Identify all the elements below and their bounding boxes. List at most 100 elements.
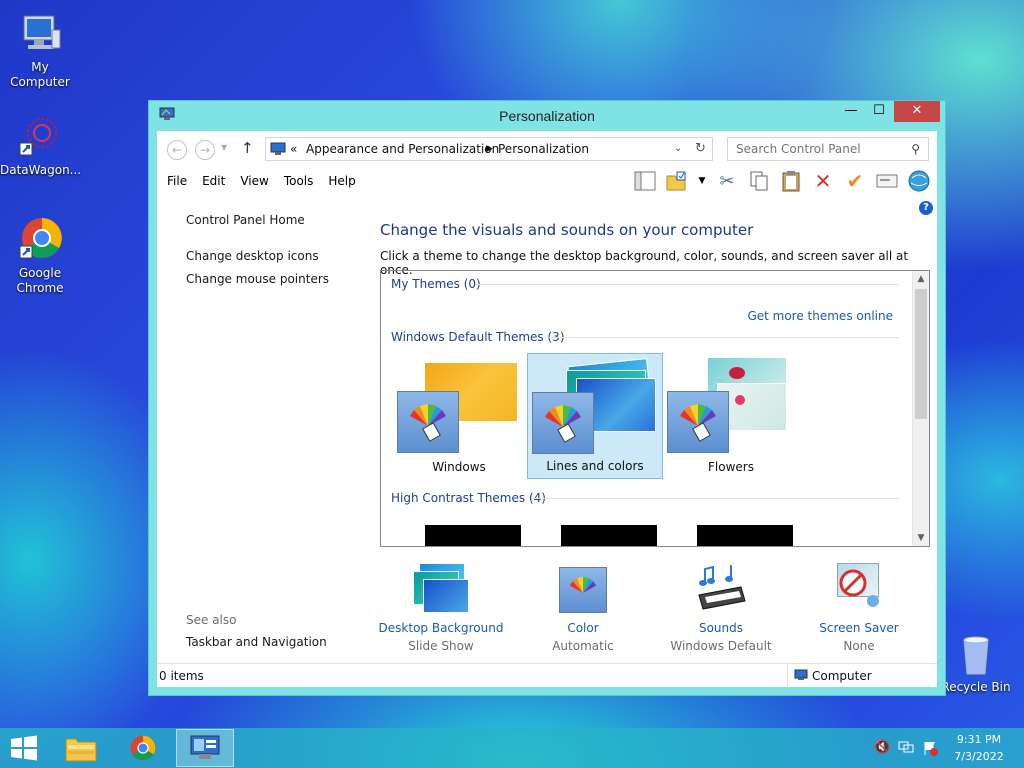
back-button[interactable]: ←: [167, 140, 187, 160]
setting-value: Slide Show: [408, 639, 474, 653]
delete-icon[interactable]: ✕: [811, 169, 835, 193]
desktop-background-setting[interactable]: Desktop Background Slide Show: [371, 559, 511, 653]
desktop-icon-label: DataWagon...: [0, 163, 82, 177]
setting-title: Color: [567, 621, 599, 635]
help-icon[interactable]: ?: [919, 201, 933, 215]
see-also-label: See also: [186, 613, 237, 627]
taskbar-navigation-link[interactable]: Taskbar and Navigation: [186, 635, 327, 649]
layout-pane-icon[interactable]: [633, 169, 657, 193]
control-panel-home-link[interactable]: Control Panel Home: [186, 213, 305, 227]
breadcrumb-personalization[interactable]: Personalization: [498, 142, 589, 156]
personalization-window: Personalization — ☐ ✕ ← → ▼ ↑ « Appearan…: [148, 100, 946, 696]
desktop-icon-label: My Computer: [10, 60, 70, 89]
network-icon[interactable]: [898, 740, 914, 758]
status-location: Computer: [787, 664, 937, 688]
taskbar-control-panel[interactable]: [176, 729, 234, 767]
get-more-themes-link[interactable]: Get more themes online: [747, 309, 893, 323]
high-contrast-theme-3[interactable]: [697, 525, 793, 546]
paste-icon[interactable]: [779, 169, 803, 193]
main-pane: ? Change the visuals and sounds on your …: [379, 195, 937, 663]
menu-bar: File Edit View Tools Help: [167, 174, 371, 188]
menu-view[interactable]: View: [240, 174, 268, 188]
desktop-icon-label: Google Chrome: [16, 266, 64, 295]
volume-muted-icon[interactable]: 🔇: [874, 740, 890, 755]
control-panel-icon: [190, 735, 220, 759]
screen-saver-icon: [829, 561, 889, 617]
menu-file[interactable]: File: [167, 174, 187, 188]
address-dropdown-icon[interactable]: ⌄: [674, 143, 682, 154]
theme-windows[interactable]: Windows: [391, 353, 527, 479]
search-box[interactable]: ⚲: [727, 137, 929, 161]
desktop-icon-my-computer[interactable]: My Computer: [0, 10, 80, 90]
clock-date: 7/3/2022: [954, 750, 1004, 763]
screen-saver-setting[interactable]: Screen Saver None: [789, 559, 929, 653]
dropdown-arrow-icon[interactable]: ▼: [697, 169, 707, 193]
window-title: Personalization: [499, 108, 595, 124]
desktop-icon-recycle-bin[interactable]: Recycle Bin: [936, 630, 1016, 695]
themes-scrollbar[interactable]: ▲ ▼: [912, 271, 929, 546]
theme-lines-and-colors[interactable]: Lines and colors: [527, 353, 663, 479]
folder-options-icon[interactable]: [665, 169, 689, 193]
taskbar-chrome[interactable]: [114, 729, 172, 767]
maximize-button[interactable]: ☐: [865, 101, 893, 122]
divider: [549, 337, 899, 338]
color-palette-icon: [532, 392, 594, 454]
menu-tools[interactable]: Tools: [284, 174, 314, 188]
title-bar[interactable]: Personalization — ☐ ✕: [149, 101, 945, 131]
address-row: ← → ▼ ↑ « Appearance and Personalization…: [157, 131, 937, 167]
globe-icon[interactable]: [907, 169, 931, 193]
forward-button[interactable]: →: [195, 140, 215, 160]
search-icon[interactable]: ⚲: [911, 142, 920, 156]
change-desktop-icons-link[interactable]: Change desktop icons: [186, 249, 319, 263]
scroll-down-icon[interactable]: ▼: [913, 533, 929, 543]
setting-title: Screen Saver: [819, 621, 899, 635]
sounds-setting[interactable]: Sounds Windows Default: [651, 559, 791, 653]
taskbar-file-explorer[interactable]: [52, 729, 110, 767]
theme-label: Windows: [432, 460, 486, 474]
high-contrast-theme-1[interactable]: [425, 525, 521, 546]
desktop-icon-google-chrome[interactable]: Google Chrome: [0, 216, 80, 296]
color-setting[interactable]: Color Automatic: [513, 559, 653, 653]
search-input[interactable]: [728, 138, 898, 160]
start-button[interactable]: [0, 729, 48, 767]
datawagon-icon: [16, 113, 64, 161]
settings-row: Desktop Background Slide Show Color Auto…: [379, 559, 929, 659]
file-explorer-icon: [65, 738, 97, 762]
breadcrumb-separator-icon: ▶: [486, 144, 493, 154]
change-mouse-pointers-link[interactable]: Change mouse pointers: [186, 272, 329, 286]
setting-title: Sounds: [698, 621, 744, 635]
high-contrast-theme-2[interactable]: [561, 525, 657, 546]
system-clock[interactable]: 9:31 PM 7/3/2022: [944, 731, 1014, 765]
status-bar: 0 items Computer: [157, 663, 937, 688]
windows-logo-icon: [11, 735, 37, 761]
breadcrumb-overflow[interactable]: «: [290, 142, 297, 156]
theme-flowers[interactable]: Flowers: [663, 353, 799, 479]
scroll-up-icon[interactable]: ▲: [913, 274, 929, 284]
close-button[interactable]: ✕: [894, 101, 940, 122]
setting-title: Desktop Background: [378, 621, 504, 635]
menu-edit[interactable]: Edit: [202, 174, 225, 188]
color-palette-icon: [559, 567, 607, 613]
checkmark-icon[interactable]: ✔: [843, 169, 867, 193]
recycle-bin-icon: [952, 630, 1000, 678]
menu-help[interactable]: Help: [328, 174, 355, 188]
scroll-thumb[interactable]: [915, 289, 927, 419]
control-panel-small-icon: [270, 142, 286, 159]
refresh-button[interactable]: ↻: [689, 137, 713, 161]
copy-icon[interactable]: [747, 169, 771, 193]
breadcrumb-appearance[interactable]: Appearance and Personalization: [306, 142, 499, 156]
divider: [533, 498, 899, 499]
up-arrow-icon[interactable]: ↑: [241, 139, 254, 157]
properties-icon[interactable]: [875, 169, 899, 193]
computer-icon: [794, 669, 808, 684]
sounds-icon: [691, 561, 751, 617]
action-center-icon[interactable]: [922, 740, 938, 760]
color-palette-icon: [667, 391, 729, 453]
cut-icon[interactable]: ✂: [715, 169, 739, 193]
address-bar[interactable]: « Appearance and Personalization ▶ Perso…: [265, 137, 713, 161]
recent-dropdown-icon[interactable]: ▼: [221, 143, 227, 152]
themes-list[interactable]: My Themes (0) Get more themes online Win…: [380, 270, 930, 547]
theme-label: Lines and colors: [546, 459, 644, 473]
desktop-icon-datawagon[interactable]: DataWagon...: [0, 113, 82, 178]
minimize-button[interactable]: —: [837, 101, 865, 122]
